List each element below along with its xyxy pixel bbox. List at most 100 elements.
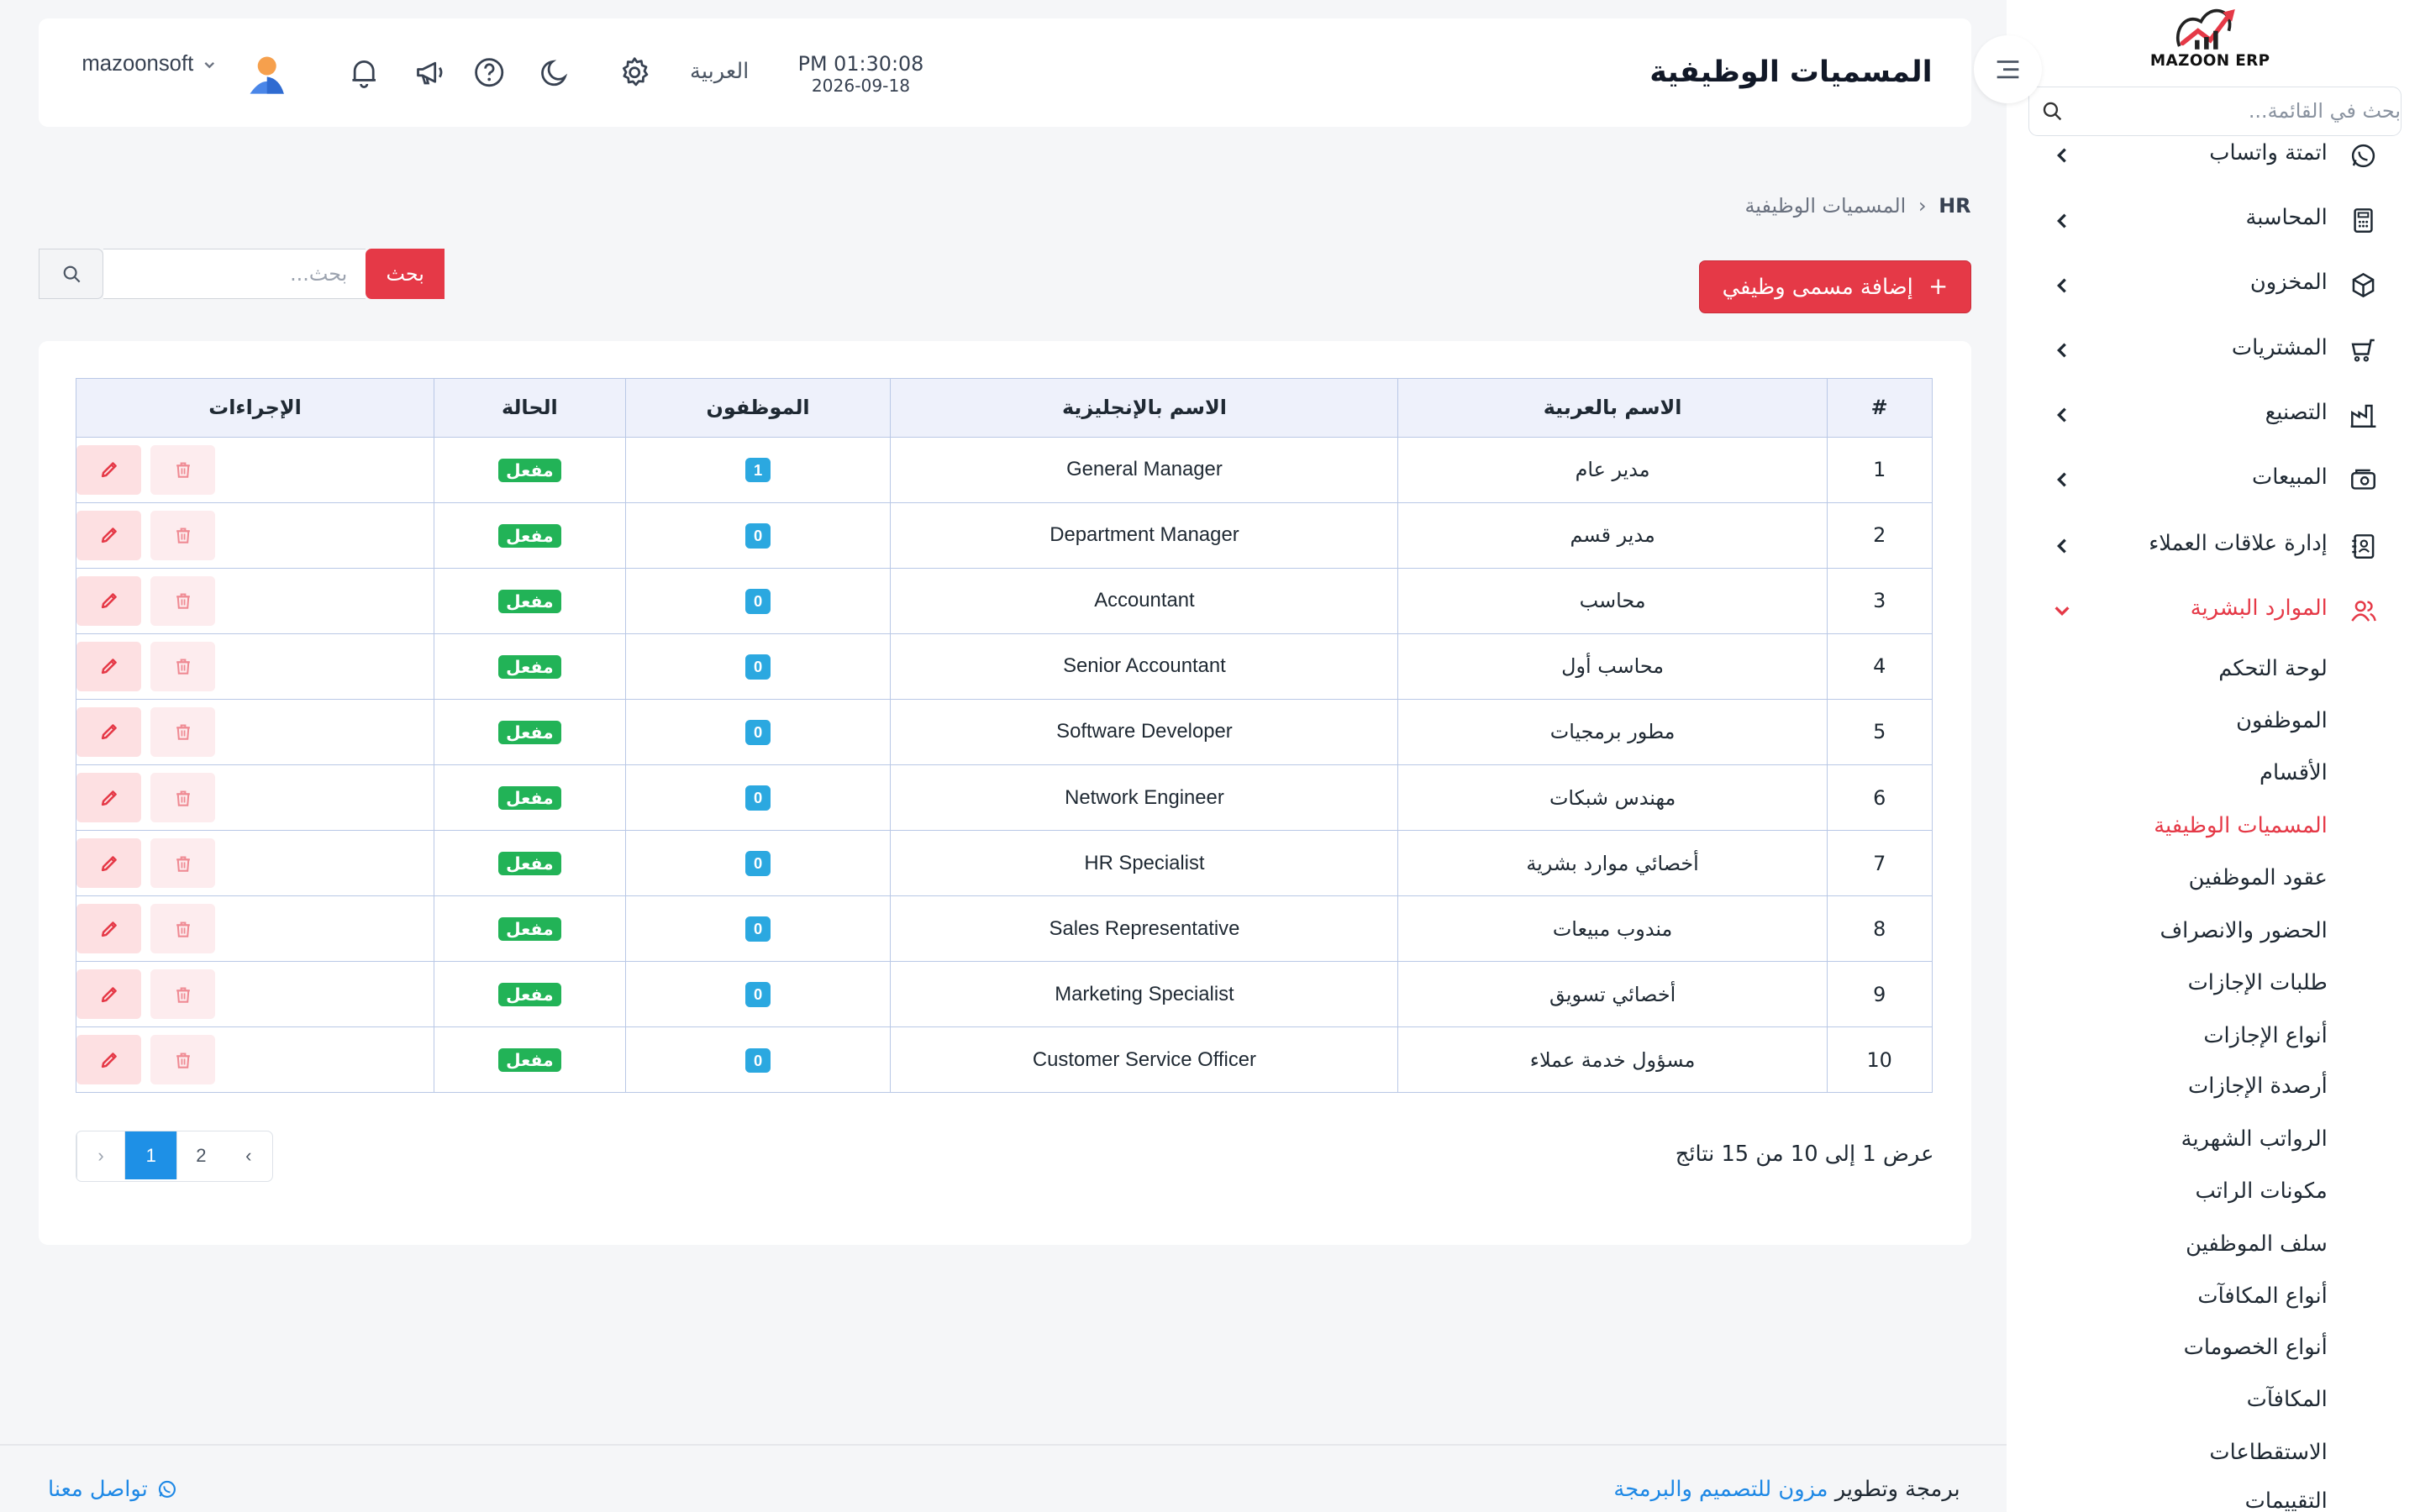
user-menu[interactable]: mazoonsoft — [82, 52, 216, 76]
megaphone-icon[interactable] — [413, 55, 447, 89]
avatar[interactable] — [245, 52, 288, 95]
username: mazoonsoft — [82, 52, 194, 76]
contact-label: تواصل معنا — [48, 1476, 148, 1502]
table-row: 5 مطور برمجيات Software Developer 0 مفعل — [76, 698, 1933, 766]
add-job-title-button[interactable]: + إضافة مسمى وظيفي — [1699, 260, 1971, 313]
sidebar-item-hr[interactable]: الموارد البشرية — [2007, 588, 2420, 634]
status-badge: مفعل — [497, 917, 561, 942]
submenu-deductions[interactable]: الاستقطاعات — [2209, 1440, 2327, 1465]
help-icon[interactable] — [472, 55, 506, 89]
cell-name-en: Marketing Specialist — [890, 961, 1399, 1028]
sidebar-item-manufacturing[interactable]: التصنيع — [2007, 392, 2420, 438]
cell-num: 9 — [1826, 961, 1933, 1028]
table-row: 2 مدير قسم Department Manager 0 مفعل — [76, 501, 1933, 569]
delete-button[interactable] — [150, 707, 216, 757]
edit-button[interactable] — [76, 642, 142, 691]
status-badge: مفعل — [497, 852, 561, 875]
search-button[interactable]: بحث — [366, 248, 445, 300]
delete-button[interactable] — [150, 1035, 216, 1085]
submenu-job-titles[interactable]: المسميات الوظيفية — [2154, 813, 2328, 838]
submenu-leave-requests[interactable]: طلبات الإجازات — [2188, 970, 2328, 995]
whatsapp-icon — [2351, 144, 2375, 168]
trash-icon — [176, 593, 190, 610]
cell-name-en: Department Manager — [890, 501, 1399, 569]
edit-button[interactable] — [76, 838, 142, 888]
sidebar-item-inventory[interactable]: المخزون — [2007, 262, 2420, 308]
employee-count-badge: 0 — [745, 851, 771, 876]
submenu-employees[interactable]: الموظفون — [2236, 708, 2328, 733]
delete-button[interactable] — [150, 510, 216, 560]
submenu-bonuses[interactable]: المكافآت — [2247, 1387, 2328, 1412]
sidebar-item-label: اتمتة واتساب — [2209, 140, 2328, 166]
edit-button[interactable] — [76, 1035, 142, 1085]
chevron-down-icon — [204, 61, 215, 69]
sidebar-item-purchases[interactable]: المشتريات — [2007, 327, 2420, 373]
sidebar-item-label: المحاسبة — [2245, 205, 2328, 231]
credit-link[interactable]: مزون للتصميم والبرمجة — [1613, 1477, 1828, 1502]
employee-count-badge: 1 — [745, 458, 771, 483]
language-switcher[interactable]: العربية — [690, 59, 749, 84]
contact-link[interactable]: تواصل معنا — [48, 1477, 177, 1502]
cell-name-ar: مندوب مبيعات — [1397, 895, 1828, 963]
search-input[interactable] — [103, 248, 366, 300]
sidebar-item-whatsapp[interactable]: اتمتة واتساب — [2007, 133, 2420, 179]
sidebar-toggle-button[interactable] — [1974, 35, 2042, 104]
edit-button[interactable] — [76, 707, 142, 757]
delete-button[interactable] — [150, 642, 216, 691]
sidebar-item-label: المبيعات — [2252, 464, 2328, 490]
employee-count-badge: 0 — [745, 523, 771, 549]
submenu-payroll[interactable]: الرواتب الشهرية — [2181, 1126, 2328, 1152]
table-row: 3 محاسب Accountant 0 مفعل — [76, 567, 1933, 634]
edit-button[interactable] — [76, 444, 142, 495]
edit-button[interactable] — [76, 773, 142, 822]
submenu-salary-components[interactable]: مكونات الراتب — [2196, 1179, 2328, 1204]
sidebar-item-accounting[interactable]: المحاسبة — [2007, 197, 2420, 244]
edit-button[interactable] — [76, 904, 142, 953]
edit-button[interactable] — [76, 510, 142, 560]
submenu-contracts[interactable]: عقود الموظفين — [2189, 865, 2328, 890]
sidebar-item-sales[interactable]: المبيعات — [2007, 457, 2420, 503]
submenu-dashboard[interactable]: لوحة التحكم — [2218, 656, 2328, 681]
pagination-page-1[interactable]: 1 — [124, 1131, 177, 1180]
cell-actions — [76, 764, 435, 832]
header-employees: الموظفون — [624, 377, 892, 438]
logo[interactable]: MAZOON ERP — [2142, 0, 2278, 77]
bell-icon[interactable] — [347, 55, 381, 89]
submenu-attendance[interactable]: الحضور والانصراف — [2160, 918, 2327, 943]
delete-button[interactable] — [150, 773, 216, 822]
moon-icon[interactable] — [539, 55, 572, 89]
submenu-leave-balances[interactable]: أرصدة الإجازات — [2188, 1074, 2328, 1099]
pagination-page-2[interactable]: 2 — [176, 1131, 224, 1180]
delete-button[interactable] — [150, 969, 216, 1020]
sidebar-item-crm[interactable]: إدارة علاقات العملاء — [2007, 523, 2420, 570]
sidebar-search[interactable] — [2028, 86, 2402, 136]
delete-button[interactable] — [150, 904, 216, 953]
edit-button[interactable] — [76, 576, 142, 626]
gear-icon[interactable] — [618, 55, 651, 89]
submenu-departments[interactable]: الأقسام — [2260, 760, 2328, 785]
cell-actions — [76, 501, 435, 569]
job-titles-table: # الاسم بالعربية الاسم بالإنجليزية الموظ… — [76, 377, 1933, 1094]
pagination-prev[interactable]: ‹ — [76, 1131, 124, 1180]
pagination-next[interactable]: › — [224, 1131, 272, 1179]
edit-button[interactable] — [76, 969, 142, 1020]
cell-name-en: Software Developer — [890, 698, 1399, 766]
search-icon — [38, 248, 104, 300]
submenu-evaluations[interactable]: التقييمات — [2245, 1488, 2328, 1512]
status-badge: مفعل — [497, 524, 561, 548]
submenu-leave-types[interactable]: أنواع الإجازات — [2203, 1023, 2328, 1048]
sidebar-search-input[interactable] — [2075, 87, 2401, 135]
top-header: المسميات الوظيفية PM 01:30:08 2026-09-18… — [38, 18, 1971, 127]
submenu-deduction-types[interactable]: أنواع الخصومات — [2184, 1335, 2328, 1360]
header-status: الحالة — [434, 377, 626, 438]
trash-icon — [176, 790, 190, 806]
cell-num: 10 — [1826, 1026, 1933, 1094]
delete-button[interactable] — [150, 576, 216, 626]
delete-button[interactable] — [150, 838, 216, 888]
menu-icon — [1996, 60, 2019, 79]
submenu-bonus-types[interactable]: أنواع المكافآت — [2197, 1284, 2327, 1309]
cell-name-ar: مدير قسم — [1397, 501, 1828, 569]
submenu-advances[interactable]: سلف الموظفين — [2186, 1231, 2328, 1257]
delete-button[interactable] — [150, 444, 216, 495]
breadcrumb-root[interactable]: HR — [1939, 194, 1970, 218]
